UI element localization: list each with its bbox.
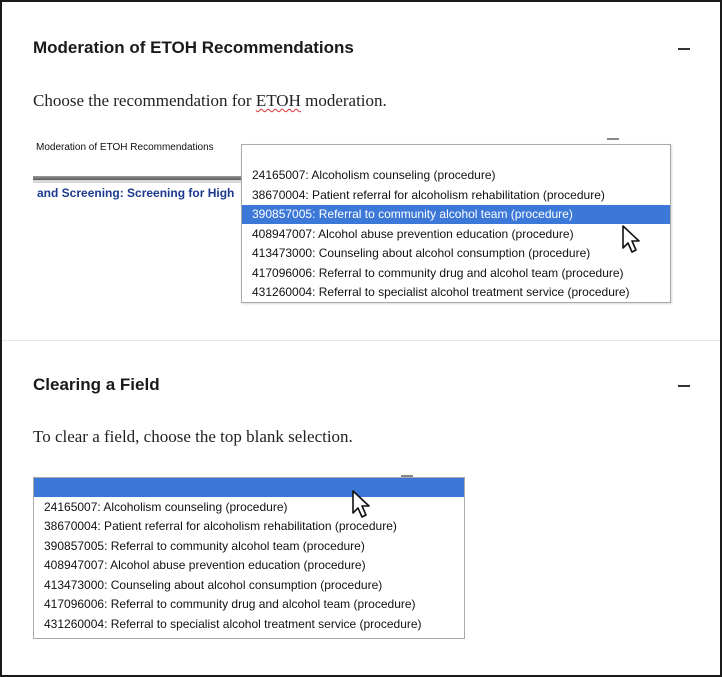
section-description: To clear a field, choose the top blank s… (33, 427, 353, 446)
dropdown-option[interactable]: 390857005: Referral to community alcohol… (34, 537, 464, 556)
description-text: Choose the recommendation for (33, 91, 256, 110)
dropdown-option[interactable]: 417096006: Referral to community drug an… (34, 595, 464, 614)
dropdown-list[interactable]: 24165007: Alcoholism counseling (procedu… (241, 144, 671, 303)
minus-icon[interactable] (678, 48, 690, 50)
minus-icon[interactable] (678, 385, 690, 387)
dropdown-option[interactable]: 408947007: Alcohol abuse prevention educ… (242, 225, 670, 244)
accordion-section-etoh: Moderation of ETOH Recommendations Choos… (2, 2, 720, 340)
description-text: moderation. (300, 91, 387, 110)
section-heading: Clearing a Field (33, 375, 160, 394)
section-description: Choose the recommendation for ETOH moder… (33, 91, 387, 111)
form-label: Moderation of ETOH Recommendations (36, 142, 214, 153)
dropdown-option[interactable]: 431260004: Referral to specialist alcoho… (34, 615, 464, 634)
dropdown-option[interactable]: 38670004: Patient referral for alcoholis… (34, 517, 464, 536)
dropdown-option[interactable]: 38670004: Patient referral for alcoholis… (242, 186, 670, 205)
dropdown-option[interactable]: 413473000: Counseling about alcohol cons… (242, 244, 670, 263)
dropdown-option[interactable]: 417096006: Referral to community drug an… (242, 264, 670, 283)
section-divider (2, 340, 720, 341)
blank-option[interactable] (34, 478, 464, 497)
section-heading: Moderation of ETOH Recommendations (33, 38, 354, 57)
form-banner: and Screening: Screening for High (37, 186, 235, 200)
content-panel: Moderation of ETOH Recommendations Choos… (0, 0, 722, 677)
dropdown-option[interactable]: 24165007: Alcoholism counseling (procedu… (242, 166, 670, 185)
dropdown-option[interactable]: 390857005: Referral to community alcohol… (242, 205, 670, 224)
form-separator (33, 180, 245, 183)
dropdown-option[interactable]: 431260004: Referral to specialist alcoho… (242, 283, 670, 302)
screenshot-dropdown-recommendations: Moderation of ETOH Recommendations and S… (33, 136, 673, 306)
misspelled-word: ETOH (255, 91, 301, 110)
accordion-section-clearing: Clearing a Field To clear a field, choos… (2, 342, 720, 675)
dropdown-list[interactable]: 24165007: Alcoholism counseling (procedu… (33, 477, 465, 639)
screenshot-dropdown-clear: 24165007: Alcoholism counseling (procedu… (33, 475, 465, 639)
dropdown-option[interactable]: 408947007: Alcohol abuse prevention educ… (34, 556, 464, 575)
dropdown-option[interactable]: 413473000: Counseling about alcohol cons… (34, 576, 464, 595)
dropdown-option[interactable]: 24165007: Alcoholism counseling (procedu… (34, 498, 464, 517)
